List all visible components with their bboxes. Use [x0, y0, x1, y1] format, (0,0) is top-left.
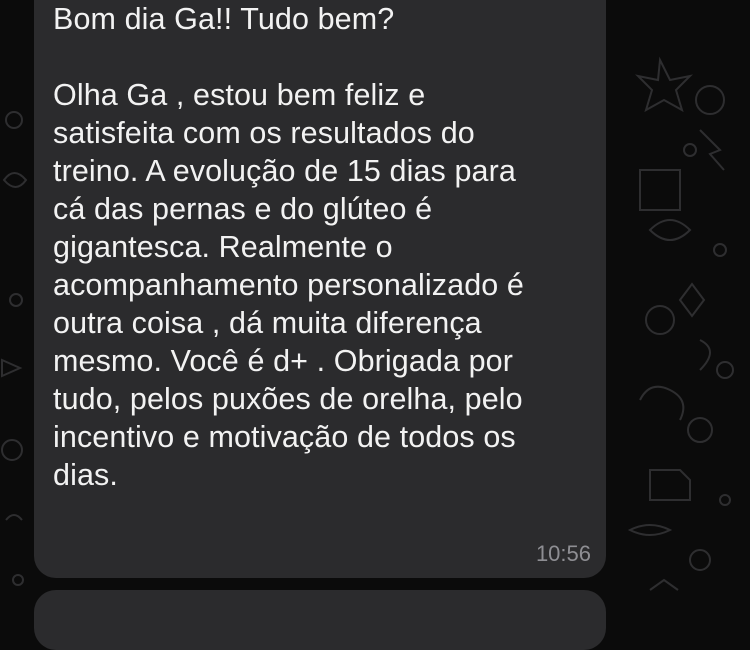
next-message-bubble[interactable] [34, 590, 606, 650]
message-text: Bom dia Ga!! Tudo bem? Olha Ga , estou b… [53, 2, 524, 492]
message-timestamp: 10:56 [535, 541, 591, 566]
